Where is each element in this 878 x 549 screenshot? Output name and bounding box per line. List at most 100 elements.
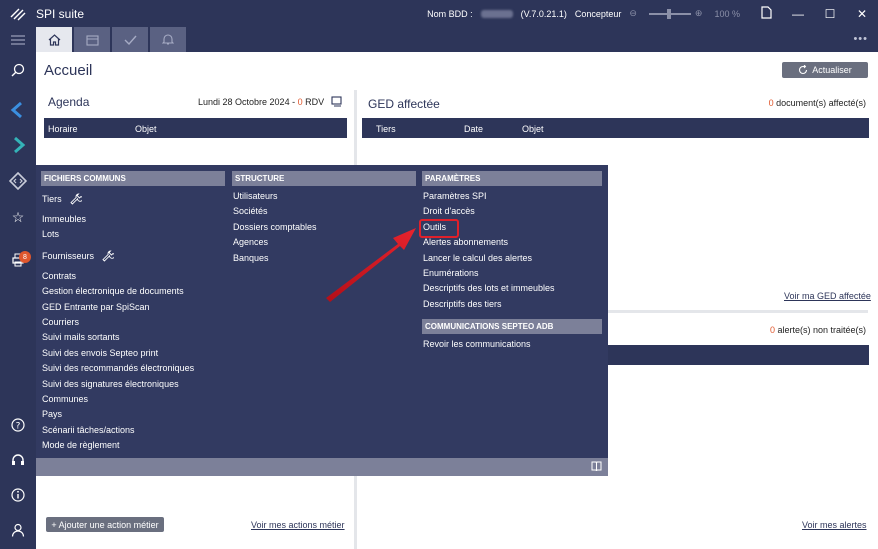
tab-notifications[interactable]: [150, 27, 186, 52]
close-button[interactable]: ✕: [846, 7, 878, 21]
document-icon[interactable]: [750, 5, 782, 22]
refresh-label: Actualiser: [812, 65, 852, 75]
flyout-footer: [36, 458, 608, 476]
app-title: SPI suite: [36, 6, 85, 21]
agenda-table-header: Horaire Objet: [44, 118, 347, 138]
page-title: Accueil: [44, 62, 93, 79]
menu-item-courriers[interactable]: Courriers: [41, 315, 225, 330]
hamburger-menu-icon[interactable]: [0, 27, 36, 52]
refresh-button[interactable]: Actualiser: [782, 62, 868, 78]
menu-item-agences[interactable]: Agences: [232, 235, 416, 250]
menu-item-mode-reglement[interactable]: Mode de règlement: [41, 438, 225, 453]
menu-item-calcul-alertes[interactable]: Lancer le calcul des alertes: [422, 251, 602, 266]
zoom-in-icon[interactable]: ⊕: [695, 8, 703, 19]
tab-home[interactable]: [36, 27, 72, 52]
menu-item-label: Fournisseurs: [42, 250, 95, 261]
user-account-icon[interactable]: [0, 515, 36, 545]
favorites-star-icon[interactable]: ☆: [0, 202, 36, 232]
menu-item-descriptifs-lots[interactable]: Descriptifs des lots et immeubles: [422, 281, 602, 296]
agenda-col-horaire[interactable]: Horaire: [48, 124, 78, 134]
menu-item-contrats[interactable]: Contrats: [41, 269, 225, 284]
menu-header-communications: COMMUNICATIONS SEPTEO ADB: [422, 319, 602, 335]
ged-count: 0 document(s) affecté(s): [769, 98, 866, 108]
menu-item-parametres-spi[interactable]: Paramètres SPI: [422, 189, 602, 204]
app-logo-icon: [0, 7, 36, 21]
print-badge: 8: [19, 251, 31, 263]
menu-item-enumerations[interactable]: Enumérations: [422, 266, 602, 281]
bell-icon: [162, 34, 174, 45]
see-ged-link[interactable]: Voir ma GED affectée: [784, 291, 871, 301]
menu-header-fichiers: FICHIERS COMMUNS: [41, 171, 225, 186]
home-icon: [48, 33, 60, 46]
zoom-level: 100 %: [714, 8, 740, 19]
calendar-icon: [85, 34, 99, 46]
ged-col-tiers[interactable]: Tiers: [376, 124, 396, 134]
agenda-date-text: Lundi 28 Octobre 2024 -: [198, 97, 298, 107]
see-business-actions-link[interactable]: Voir mes actions métier: [251, 520, 345, 530]
menu-item-fournisseurs[interactable]: Fournisseurs: [41, 243, 225, 269]
menu-item-suivi-recommandes[interactable]: Suivi des recommandés électroniques: [41, 361, 225, 376]
menu-item-communes[interactable]: Communes: [41, 392, 225, 407]
version-label: (V.7.0.21.1): [520, 8, 567, 19]
menu-col-parametres: PARAMÈTRES Paramètres SPI Droit d'accès …: [422, 171, 602, 353]
ged-count-suffix: document(s) affecté(s): [773, 98, 866, 108]
agenda-col-objet[interactable]: Objet: [135, 124, 157, 134]
db-name-blurred: [480, 9, 513, 18]
menu-item-tiers[interactable]: Tiers: [41, 186, 225, 212]
wrench-icon[interactable]: [70, 193, 82, 205]
menu-item-societes[interactable]: Sociétés: [232, 204, 416, 219]
ged-alerts-divider: [606, 310, 868, 313]
ged-col-date[interactable]: Date: [464, 124, 483, 134]
menu-item-pays[interactable]: Pays: [41, 407, 225, 422]
menu-item-utilisateurs[interactable]: Utilisateurs: [232, 189, 416, 204]
db-label: Nom BDD :: [427, 8, 473, 19]
zoom-slider[interactable]: [648, 8, 691, 19]
menu-item-ged-entrante[interactable]: GED Entrante par SpiScan: [41, 300, 225, 315]
menu-item-suivi-envois[interactable]: Suivi des envois Septeo print: [41, 346, 225, 361]
module-teal-diamond-icon[interactable]: [0, 130, 36, 160]
sidebar: ☆ 8 ?: [0, 52, 36, 549]
module-grey-diamond-icon[interactable]: [0, 166, 36, 196]
more-options-icon[interactable]: •••: [853, 33, 868, 45]
menu-header-structure: STRUCTURE: [232, 171, 416, 186]
tab-tasks[interactable]: [112, 27, 148, 52]
menu-item-dossiers-comptables[interactable]: Dossiers comptables: [232, 220, 416, 235]
menu-item-suivi-signatures[interactable]: Suivi des signatures électroniques: [41, 377, 225, 392]
tab-calendar[interactable]: [74, 27, 110, 52]
menu-item-banques[interactable]: Banques: [232, 251, 416, 266]
maximize-button[interactable]: ☐: [814, 7, 846, 21]
new-window-icon[interactable]: [331, 96, 342, 109]
menu-item-suivi-mails[interactable]: Suivi mails sortants: [41, 330, 225, 345]
menu-item-revoir-communications[interactable]: Revoir les communications: [422, 337, 602, 352]
menu-col-structure: STRUCTURE Utilisateurs Sociétés Dossiers…: [232, 171, 416, 266]
book-icon[interactable]: [591, 461, 602, 474]
zoom-control[interactable]: ⊖ ⊕ 100 %: [629, 8, 740, 19]
menu-header-parametres: PARAMÈTRES: [422, 171, 602, 186]
search-icon[interactable]: [0, 55, 36, 85]
wrench-icon[interactable]: [102, 250, 115, 262]
ged-col-objet[interactable]: Objet: [522, 124, 544, 134]
agenda-date: Lundi 28 Octobre 2024 - 0 RDV: [198, 97, 324, 107]
menu-col-fichiers: FICHIERS COMMUNS Tiers Immeubles Lots Fo…: [41, 171, 225, 453]
see-alerts-link[interactable]: Voir mes alertes: [802, 520, 867, 530]
minimize-button[interactable]: —: [782, 7, 814, 21]
menu-item-ged[interactable]: Gestion électronique de documents: [41, 284, 225, 299]
headset-support-icon[interactable]: [0, 445, 36, 475]
module-blue-diamond-icon[interactable]: [0, 95, 36, 125]
agenda-title: Agenda: [48, 95, 90, 109]
menu-item-droit-acces[interactable]: Droit d'accès: [422, 204, 602, 219]
printer-icon[interactable]: 8: [0, 245, 36, 275]
add-business-action-button[interactable]: + Ajouter une action métier: [46, 517, 164, 532]
menu-item-lots[interactable]: Lots: [41, 227, 225, 242]
modules-flyout-menu: FICHIERS COMMUNS Tiers Immeubles Lots Fo…: [36, 165, 608, 476]
rdv-suffix: RDV: [302, 97, 325, 107]
refresh-icon: [799, 65, 808, 75]
alerts-table-header: [608, 345, 869, 365]
zoom-out-icon[interactable]: ⊖: [629, 8, 637, 19]
info-icon[interactable]: [0, 480, 36, 510]
menu-item-immeubles[interactable]: Immeubles: [41, 212, 225, 227]
menu-item-descriptifs-tiers[interactable]: Descriptifs des tiers: [422, 297, 602, 312]
menu-item-scenarii[interactable]: Scénarii tâches/actions: [41, 423, 225, 438]
help-icon[interactable]: ?: [0, 410, 36, 440]
outils-highlight-box: [419, 219, 459, 238]
